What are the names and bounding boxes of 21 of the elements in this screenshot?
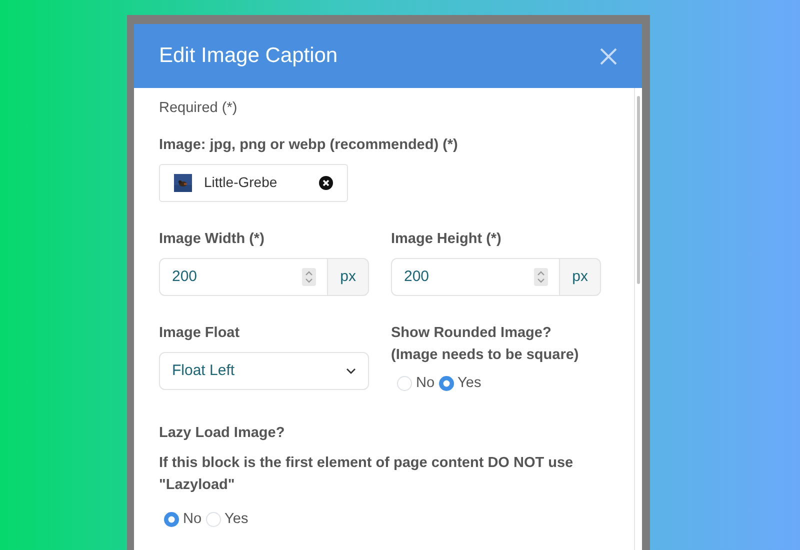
number-field[interactable]: 200: [159, 258, 328, 296]
file-chip[interactable]: Little-Grebe: [159, 164, 348, 202]
field-label: Image Height (*): [391, 230, 502, 249]
select-field[interactable]: Float Left: [159, 352, 369, 390]
field-note: (Image needs to be square): [391, 346, 580, 365]
unit-label: px: [559, 258, 601, 296]
field-label: Show Rounded Image?: [391, 324, 552, 343]
required-note: Required (*): [159, 99, 238, 118]
number-field[interactable]: 200: [391, 258, 560, 296]
warning-text: If this block is the first element of page content DO NOT use "Lazyload": [159, 454, 574, 495]
field-label: Image Float: [159, 324, 241, 343]
field-label: Image: jpg, png or webp (recommended) (*): [159, 136, 459, 155]
file-name: Little-Grebe: [204, 173, 278, 192]
field-label: Image Width (*): [159, 230, 266, 249]
radio-label[interactable]: Yes: [458, 372, 482, 395]
field-label: Lazy Load Image?: [159, 424, 286, 443]
modal-title: Edit Image Caption: [159, 43, 338, 69]
radio-label[interactable]: No: [416, 372, 435, 395]
radio-label[interactable]: Yes: [224, 508, 248, 531]
radio-label[interactable]: No: [183, 508, 202, 531]
unit-label: px: [327, 258, 369, 296]
